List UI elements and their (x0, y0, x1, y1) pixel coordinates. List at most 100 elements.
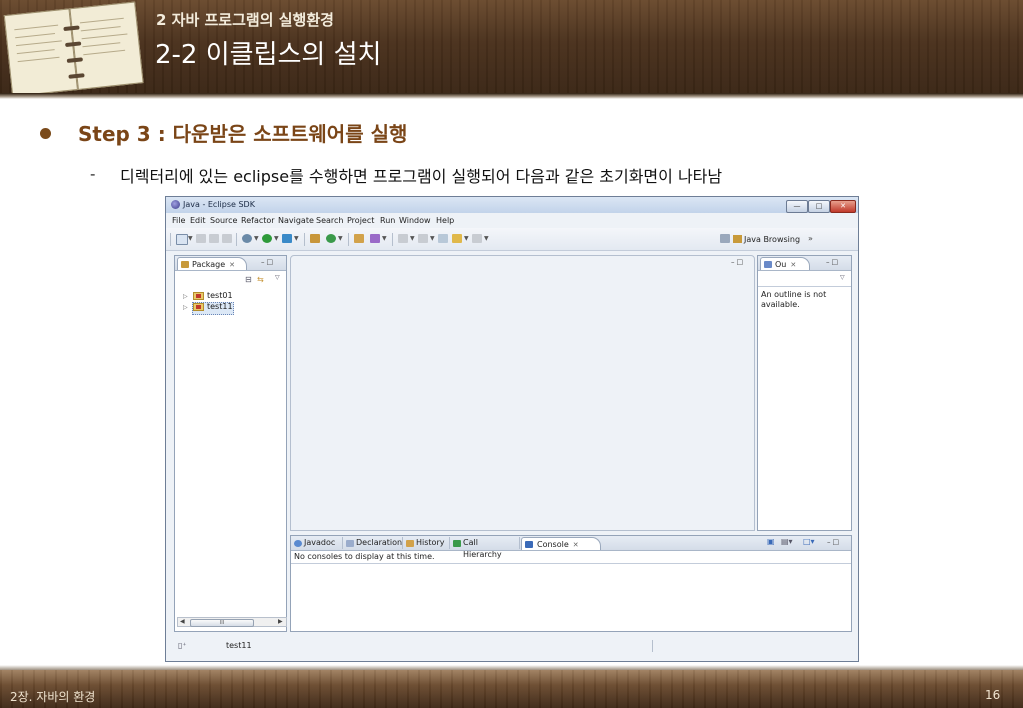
menu-bar: File Edit Source Refactor Navigate Searc… (166, 214, 858, 227)
tab-declaration[interactable]: Declaration (343, 537, 403, 549)
perspective-java-browsing[interactable]: Java Browsing (744, 235, 800, 244)
section-title: 2-2 이클립스의 설치 (155, 40, 382, 70)
minimize-maximize-icon[interactable]: –□ (731, 258, 745, 266)
bullet-icon (40, 128, 51, 139)
open-perspective-icon[interactable] (720, 234, 730, 243)
expand-arrow-icon[interactable]: ▷ (183, 304, 188, 311)
debug-icon[interactable] (242, 234, 252, 243)
menu-file[interactable]: File (172, 216, 185, 225)
outline-divider (758, 286, 851, 287)
dropdown-arrow-icon[interactable]: ▼ (294, 235, 299, 242)
dropdown-arrow-icon[interactable]: ▼ (274, 235, 279, 242)
new-class-icon[interactable] (326, 234, 336, 243)
chapter-heading: 2 자바 프로그램의 실행환경 (156, 9, 334, 30)
tab-console[interactable]: Console ✕ (521, 537, 601, 550)
tree-item-test11[interactable]: test11 (207, 302, 233, 311)
toolbar-separator (304, 233, 305, 246)
maximize-button[interactable]: □ (808, 200, 830, 213)
dropdown-arrow-icon[interactable]: ▼ (188, 235, 193, 242)
scroll-right-icon[interactable]: ▶ (278, 618, 283, 625)
tab-history[interactable]: History (403, 537, 450, 549)
dropdown-arrow-icon[interactable]: ▼ (254, 235, 259, 242)
tab-javadoc[interactable]: Javadoc (291, 537, 343, 549)
toolbar-separator (392, 233, 393, 246)
java-browsing-icon (733, 235, 742, 243)
menu-search[interactable]: Search (316, 216, 343, 225)
status-icon: ▯⁺ (178, 641, 187, 650)
page-number: 16 (985, 688, 1001, 702)
menu-source[interactable]: Source (210, 216, 237, 225)
toolbar-separator (170, 233, 171, 246)
forward-icon[interactable] (472, 234, 482, 243)
window-title: Java - Eclipse SDK (183, 200, 255, 209)
minimize-maximize-icon[interactable]: –□ (827, 538, 841, 546)
search-icon[interactable] (370, 234, 380, 243)
menu-window[interactable]: Window (399, 216, 431, 225)
last-edit-icon[interactable] (438, 234, 448, 243)
open-console-icon[interactable]: ▣ (767, 537, 775, 546)
close-icon[interactable]: ✕ (573, 541, 579, 549)
status-separator (652, 640, 653, 652)
view-menu-icon[interactable]: ▽ (840, 274, 845, 281)
save-all-icon[interactable] (209, 234, 219, 243)
close-icon[interactable]: ✕ (790, 261, 796, 269)
dropdown-arrow-icon[interactable]: ▼ (410, 235, 415, 242)
declaration-icon (346, 540, 354, 547)
close-icon[interactable]: ✕ (229, 261, 235, 269)
link-editor-icon[interactable]: ⇆ (257, 275, 264, 284)
minimize-maximize-icon[interactable]: –□ (826, 258, 840, 266)
new-package-icon[interactable] (310, 234, 320, 243)
display-console-icon[interactable]: ▤▾ (781, 537, 793, 546)
perspective-overflow[interactable]: » (808, 234, 813, 243)
outline-message: An outline is not available. (761, 290, 827, 309)
new-console-icon[interactable]: □▾ (803, 537, 815, 546)
previous-annotation-icon[interactable] (418, 234, 428, 243)
scroll-thumb[interactable]: III (190, 619, 254, 627)
collapse-all-icon[interactable]: ⊟ (245, 275, 252, 284)
tab-call-hierarchy[interactable]: Call Hierarchy (450, 537, 520, 559)
dropdown-arrow-icon[interactable]: ▼ (464, 235, 469, 242)
call-hierarchy-tab-label: Call Hierarchy (463, 538, 502, 559)
external-tools-icon[interactable] (282, 234, 292, 243)
print-icon[interactable] (222, 234, 232, 243)
dropdown-arrow-icon[interactable]: ▼ (382, 235, 387, 242)
slide-footer (0, 670, 1023, 708)
javadoc-tab-label: Javadoc (304, 538, 336, 547)
menu-help[interactable]: Help (436, 216, 454, 225)
back-icon[interactable] (452, 234, 462, 243)
package-explorer-pane: Package ✕ –□ ⊟ ⇆ ▽ ▷ test01 ▷ test11 ◀ II… (174, 255, 287, 632)
minimize-button[interactable]: — (786, 200, 808, 213)
menu-run[interactable]: Run (380, 216, 395, 225)
menu-navigate[interactable]: Navigate (278, 216, 314, 225)
tree-item-test01[interactable]: test01 (207, 291, 233, 300)
close-button[interactable]: ✕ (830, 200, 856, 213)
view-menu-icon[interactable]: ▽ (275, 274, 280, 281)
menu-project[interactable]: Project (347, 216, 374, 225)
project-icon (193, 292, 204, 300)
package-icon (181, 261, 189, 268)
tab-outline[interactable]: Ou ✕ (760, 257, 810, 270)
editor-area: –□ (290, 255, 755, 531)
menu-edit[interactable]: Edit (190, 216, 206, 225)
menu-refactor[interactable]: Refactor (241, 216, 275, 225)
dropdown-arrow-icon[interactable]: ▼ (338, 235, 343, 242)
console-pane: Javadoc Declaration History Call Hierarc… (290, 535, 852, 632)
scroll-left-icon[interactable]: ◀ (180, 618, 185, 625)
package-tabbar: Package ✕ –□ (175, 256, 286, 271)
new-icon[interactable] (176, 234, 188, 245)
step-description: 디렉터리에 있는 eclipse를 수행하면 프로그램이 실행되어 다음과 같은… (120, 167, 723, 186)
run-icon[interactable] (262, 234, 272, 243)
eclipse-window: Java - Eclipse SDK — □ ✕ File Edit Sourc… (165, 196, 859, 662)
step-heading: Step 3 : 다운받은 소프트웨어를 실행 (78, 122, 408, 146)
open-type-icon[interactable] (354, 234, 364, 243)
chapter-title: 자바 프로그램의 실행환경 (171, 11, 334, 29)
expand-arrow-icon[interactable]: ▷ (183, 293, 188, 300)
tab-package[interactable]: Package ✕ (177, 257, 247, 270)
minimize-maximize-icon[interactable]: –□ (261, 258, 275, 266)
next-annotation-icon[interactable] (398, 234, 408, 243)
save-icon[interactable] (196, 234, 206, 243)
dropdown-arrow-icon[interactable]: ▼ (430, 235, 435, 242)
dropdown-arrow-icon[interactable]: ▼ (484, 235, 489, 242)
horizontal-scrollbar[interactable]: ◀ III ▶ (177, 617, 287, 627)
outline-tabbar: Ou ✕ –□ (758, 256, 851, 271)
